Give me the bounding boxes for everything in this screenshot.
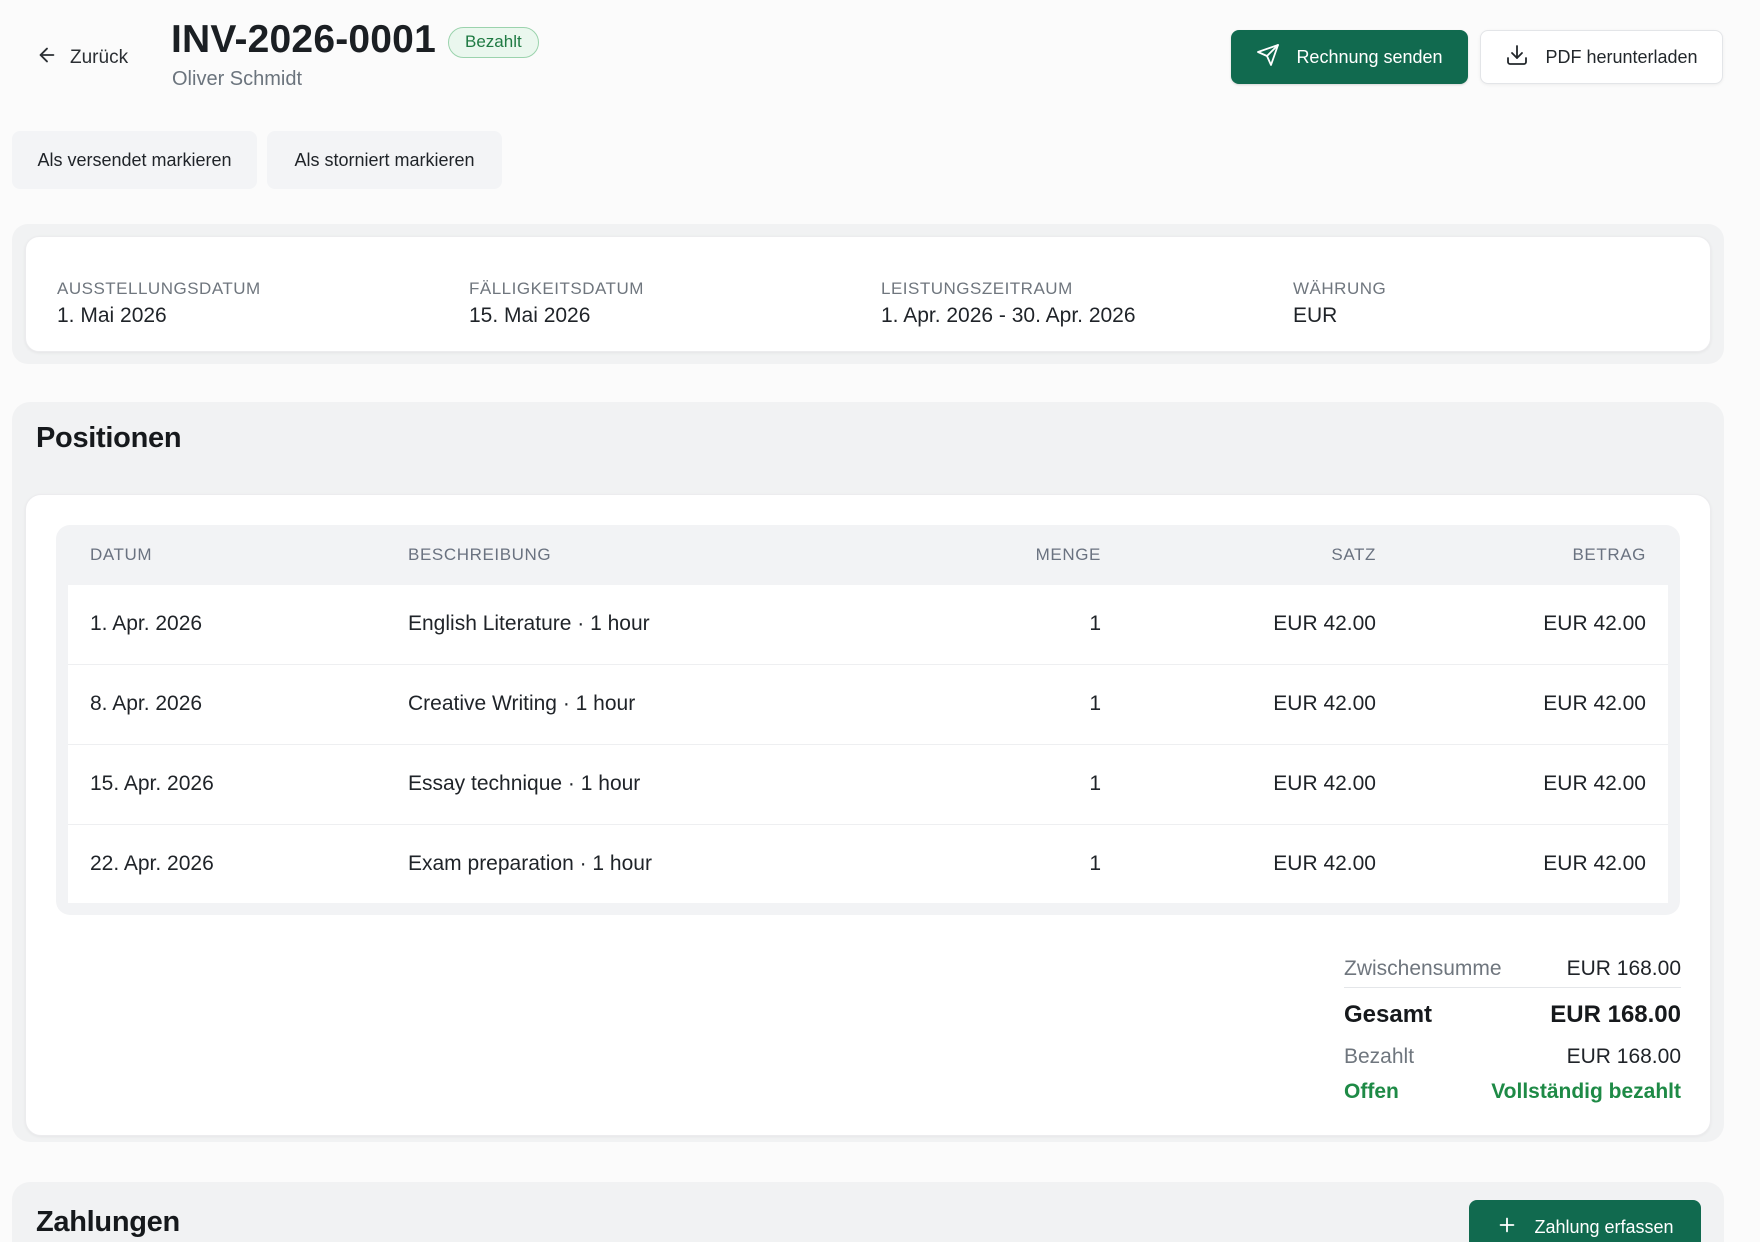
cell-date: 1. Apr. 2026: [90, 612, 203, 635]
subtotal-value: EUR 168.00: [1566, 956, 1681, 980]
cell-amount: EUR 42.00: [1543, 692, 1646, 715]
table-row[interactable]: 8. Apr. 2026 Creative Writing · 1 hour 1…: [68, 665, 1668, 745]
meta-value: 1. Mai 2026: [57, 304, 167, 327]
meta-value: 1. Apr. 2026 - 30. Apr. 2026: [881, 304, 1136, 327]
meta-label: WÄHRUNG: [1293, 279, 1387, 298]
meta-service-period: LEISTUNGSZEITRAUM 1. Apr. 2026 - 30. Apr…: [881, 279, 1136, 328]
meta-label: AUSSTELLUNGSDATUM: [57, 279, 261, 298]
column-header-description[interactable]: BESCHREIBUNG: [408, 525, 551, 585]
subtotal-label: Zwischensumme: [1344, 956, 1502, 980]
invoice-meta-section: AUSSTELLUNGSDATUM 1. Mai 2026 FÄLLIGKEIT…: [12, 224, 1724, 364]
paid-label: Bezahlt: [1344, 1045, 1415, 1068]
back-link[interactable]: Zurück: [36, 44, 128, 72]
open-value: Vollständig bezahlt: [1491, 1080, 1681, 1103]
meta-value: EUR: [1293, 304, 1338, 327]
meta-label: LEISTUNGSZEITRAUM: [881, 279, 1073, 298]
mark-cancelled-button[interactable]: Als storniert markieren: [267, 131, 502, 189]
cell-description: Creative Writing · 1 hour: [408, 692, 636, 715]
add-payment-button[interactable]: Zahlung erfassen: [1469, 1200, 1701, 1242]
download-pdf-button[interactable]: PDF herunterladen: [1480, 30, 1723, 84]
cell-quantity: 1: [1089, 692, 1101, 715]
column-header-rate[interactable]: SATZ: [1331, 525, 1376, 585]
cell-description: Essay technique · 1 hour: [408, 772, 641, 795]
send-invoice-button[interactable]: Rechnung senden: [1231, 30, 1468, 84]
meta-label: FÄLLIGKEITSDATUM: [469, 279, 644, 298]
cell-date: 15. Apr. 2026: [90, 772, 214, 795]
meta-value: 15. Mai 2026: [469, 304, 591, 327]
meta-currency: WÄHRUNG EUR: [1293, 279, 1386, 328]
cell-rate: EUR 42.00: [1273, 772, 1376, 795]
column-header-date[interactable]: DATUM: [90, 525, 152, 585]
paid-value: EUR 168.00: [1566, 1045, 1681, 1068]
total-value: EUR 168.00: [1550, 1001, 1681, 1028]
cell-amount: EUR 42.00: [1543, 852, 1646, 875]
arrow-left-icon: [36, 44, 58, 72]
total-line: Gesamt EUR 168.00: [1344, 990, 1681, 1040]
send-icon: [1256, 43, 1280, 72]
open-label: Offen: [1344, 1080, 1399, 1103]
cell-description: English Literature · 1 hour: [408, 612, 650, 635]
subtotal-line: Zwischensumme EUR 168.00: [1344, 950, 1681, 988]
total-label: Gesamt: [1344, 1001, 1433, 1028]
positions-card: DATUM BESCHREIBUNG MENGE SATZ BETRAG 1. …: [25, 494, 1711, 1136]
positions-section: Positionen DATUM BESCHREIBUNG MENGE SATZ…: [12, 402, 1724, 1142]
download-icon: [1505, 43, 1529, 72]
paid-line: Bezahlt EUR 168.00: [1344, 1040, 1681, 1074]
status-badge: Bezahlt: [448, 27, 539, 58]
line-items-table: DATUM BESCHREIBUNG MENGE SATZ BETRAG 1. …: [56, 525, 1680, 915]
positions-title: Positionen: [36, 422, 182, 454]
table-row[interactable]: 22. Apr. 2026 Exam preparation · 1 hour …: [68, 825, 1668, 905]
cell-rate: EUR 42.00: [1273, 852, 1376, 875]
cell-rate: EUR 42.00: [1273, 612, 1376, 635]
meta-due-date: FÄLLIGKEITSDATUM 15. Mai 2026: [469, 279, 644, 328]
payments-title: Zahlungen: [36, 1206, 180, 1238]
plus-icon: [1496, 1214, 1518, 1241]
cell-rate: EUR 42.00: [1273, 692, 1376, 715]
invoice-number: INV-2026-0001: [171, 18, 436, 61]
table-row[interactable]: 1. Apr. 2026 English Literature · 1 hour…: [68, 585, 1668, 665]
cell-amount: EUR 42.00: [1543, 772, 1646, 795]
download-pdf-label: PDF herunterladen: [1545, 46, 1698, 67]
send-invoice-label: Rechnung senden: [1296, 46, 1443, 67]
cell-description: Exam preparation · 1 hour: [408, 852, 652, 875]
totals-summary: Zwischensumme EUR 168.00 Gesamt EUR 168.…: [1344, 950, 1681, 1110]
table-row[interactable]: 15. Apr. 2026 Essay technique · 1 hour 1…: [68, 745, 1668, 825]
meta-issue-date: AUSSTELLUNGSDATUM 1. Mai 2026: [57, 279, 261, 328]
cell-amount: EUR 42.00: [1543, 612, 1646, 635]
cell-quantity: 1: [1089, 772, 1101, 795]
invoice-meta-card: AUSSTELLUNGSDATUM 1. Mai 2026 FÄLLIGKEIT…: [25, 236, 1711, 352]
customer-name: Oliver Schmidt: [172, 68, 303, 90]
cell-quantity: 1: [1089, 612, 1101, 635]
table-header: DATUM BESCHREIBUNG MENGE SATZ BETRAG: [56, 525, 1680, 585]
cell-date: 8. Apr. 2026: [90, 692, 203, 715]
back-label: Zurück: [70, 47, 129, 68]
add-payment-label: Zahlung erfassen: [1534, 1216, 1674, 1237]
cell-quantity: 1: [1089, 852, 1101, 875]
column-header-amount[interactable]: BETRAG: [1572, 525, 1646, 585]
table-body: 1. Apr. 2026 English Literature · 1 hour…: [68, 585, 1668, 903]
open-line: Offen Vollständig bezahlt: [1344, 1074, 1681, 1110]
mark-sent-button[interactable]: Als versendet markieren: [12, 131, 257, 189]
payments-section: Zahlungen Zahlung erfassen: [12, 1182, 1724, 1242]
cell-date: 22. Apr. 2026: [90, 852, 214, 875]
column-header-quantity[interactable]: MENGE: [1036, 525, 1101, 585]
